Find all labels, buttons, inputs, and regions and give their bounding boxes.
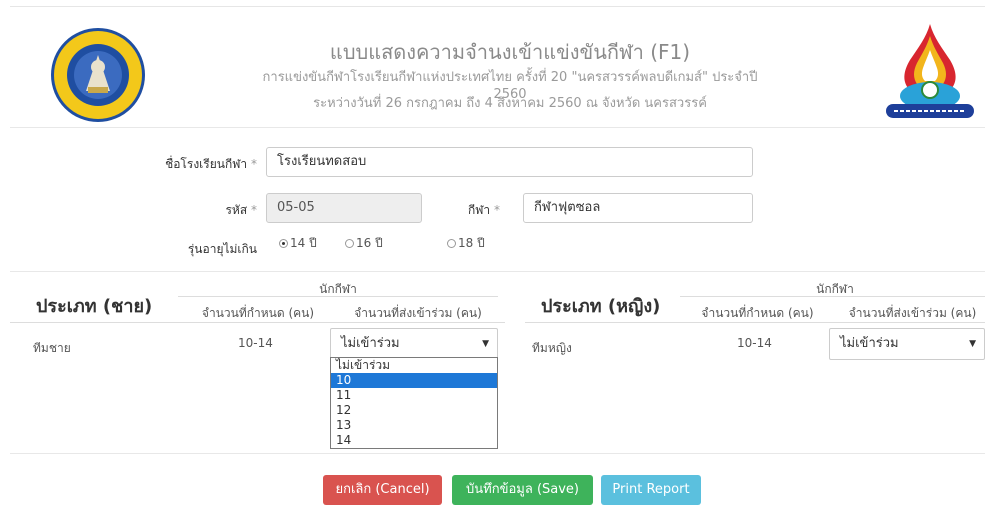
print-report-button[interactable]: Print Report: [601, 475, 701, 505]
required-mark: *: [494, 203, 500, 217]
games-logo: [886, 24, 974, 118]
age-option-label: 18 ปี: [458, 236, 485, 250]
required-mark: *: [251, 203, 257, 217]
age-label: รุ่นอายุไม่เกิน: [187, 242, 257, 256]
required-mark: *: [251, 157, 257, 171]
female-col-send: จำนวนที่ส่งเข้าร่วม (คน): [848, 306, 977, 320]
dropdown-option[interactable]: 11: [331, 388, 497, 403]
age-radio-16[interactable]: 16 ปี: [345, 234, 383, 253]
save-button[interactable]: บันทึกข้อมูล (Save): [452, 475, 593, 505]
sport-input[interactable]: กีฬาฟุตซอล: [523, 193, 753, 223]
dropdown-option[interactable]: 12: [331, 403, 497, 418]
male-table-line: [10, 322, 505, 323]
male-quota-value: 10-14: [238, 336, 273, 350]
radio-selected-icon: [279, 239, 288, 248]
dropdown-option[interactable]: 14: [331, 433, 497, 448]
male-team-label: ทีมชาย: [33, 341, 71, 355]
male-send-value: ไม่เข้าร่วม: [341, 336, 400, 351]
sport-label: กีฬา *: [430, 201, 500, 220]
school-name-input[interactable]: โรงเรียนทดสอบ: [266, 147, 753, 177]
male-send-dropdown[interactable]: ไม่เข้าร่วม 10 11 12 13 14: [330, 357, 498, 449]
male-section-title: ประเภท (ชาย): [36, 296, 153, 317]
age-radio-14[interactable]: 14 ปี: [279, 234, 317, 253]
female-header-line: [680, 296, 985, 297]
radio-icon: [345, 239, 354, 248]
cancel-button[interactable]: ยกเลิก (Cancel): [323, 475, 442, 505]
female-send-select[interactable]: ไม่เข้าร่วม ▼: [829, 328, 985, 360]
sport-label-text: กีฬา: [467, 203, 491, 217]
male-col-quota: จำนวนที่กำหนด (คน): [201, 306, 315, 320]
female-col-quota: จำนวนที่กำหนด (คน): [701, 306, 814, 320]
institute-logo: [51, 28, 145, 122]
age-radio-18[interactable]: 18 ปี: [447, 234, 485, 253]
female-quota-value: 10-14: [737, 336, 772, 350]
code-label: รหัส *: [110, 201, 257, 220]
dropdown-option[interactable]: ไม่เข้าร่วม: [331, 358, 497, 373]
school-label: ชื่อโรงเรียนกีฬา *: [110, 155, 257, 174]
form-divider: [10, 271, 985, 272]
male-col-send: จำนวนที่ส่งเข้าร่วม (คน): [354, 306, 482, 320]
caret-down-icon: ▼: [482, 339, 489, 349]
radio-icon: [447, 239, 456, 248]
female-send-value: ไม่เข้าร่วม: [840, 336, 899, 351]
caret-down-icon: ▼: [969, 339, 976, 349]
age-option-label: 16 ปี: [356, 236, 383, 250]
footer-divider: [10, 453, 985, 454]
header-divider: [10, 127, 985, 128]
age-option-label: 14 ปี: [290, 236, 317, 250]
female-table-line: [525, 322, 985, 323]
female-section-title: ประเภท (หญิง): [541, 296, 661, 317]
code-input[interactable]: 05-05: [266, 193, 422, 223]
male-header-line: [178, 296, 498, 297]
event-dates: ระหว่างวันที่ 26 กรกฎาคม ถึง 4 สิงหาคม 2…: [313, 96, 707, 111]
page-title: แบบแสดงความจำนงเข้าแข่งขันกีฬา (F1): [329, 40, 691, 64]
female-team-label: ทีมหญิง: [532, 341, 572, 355]
dropdown-option-highlighted[interactable]: 10: [331, 373, 497, 388]
dropdown-option[interactable]: 13: [331, 418, 497, 433]
school-label-text: ชื่อโรงเรียนกีฬา: [165, 157, 248, 171]
male-send-select[interactable]: ไม่เข้าร่วม ▼: [330, 328, 498, 360]
top-divider: [10, 6, 985, 7]
code-label-text: รหัส: [225, 203, 248, 217]
